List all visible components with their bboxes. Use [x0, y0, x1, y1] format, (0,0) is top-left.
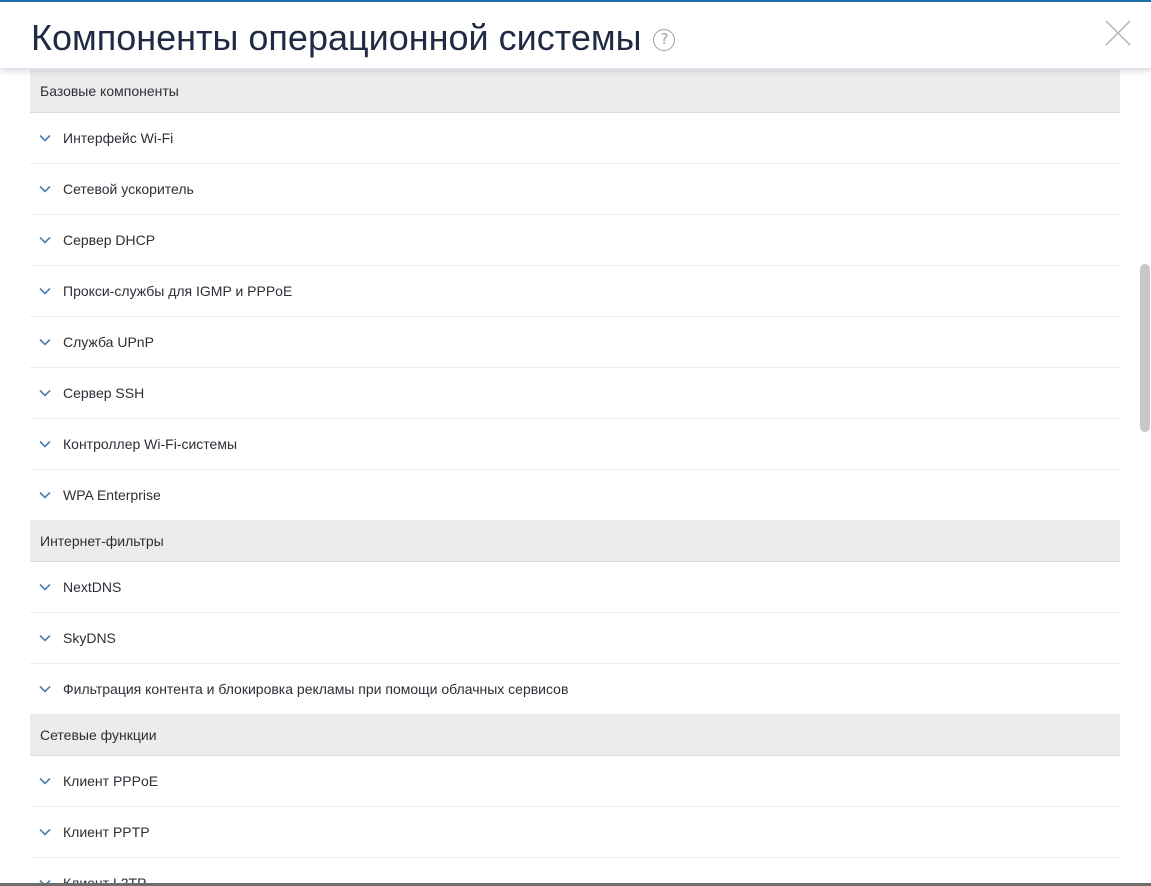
- component-item-label: NextDNS: [63, 579, 122, 595]
- page-title: Компоненты операционной системы ?: [31, 16, 676, 60]
- chevron-down-icon[interactable]: [39, 583, 51, 591]
- chevron-down-icon[interactable]: [39, 634, 51, 642]
- chevron-down-icon[interactable]: [39, 777, 51, 785]
- section-header: Сетевые функции: [30, 715, 1120, 756]
- component-item-label: Интерфейс Wi-Fi: [63, 130, 174, 146]
- component-item[interactable]: NextDNS: [30, 562, 1120, 613]
- component-item[interactable]: Сервер SSH: [30, 368, 1120, 419]
- components-list: Базовые компоненты Интерфейс Wi-Fi Сетевой…: [30, 70, 1120, 886]
- component-item[interactable]: Сетевой ускоритель: [30, 164, 1120, 215]
- page-title-text: Компоненты операционной системы: [31, 17, 642, 58]
- component-item-label: Контроллер Wi-Fi-системы: [63, 436, 238, 452]
- component-item-label: Сервер DHCP: [63, 232, 156, 248]
- component-item-label: WPA Enterprise: [63, 487, 161, 503]
- section-header: Интернет-фильтры: [30, 521, 1120, 562]
- dialog-header: Компоненты операционной системы ?: [0, 2, 1151, 68]
- scrollbar-thumb[interactable]: [1140, 264, 1150, 432]
- chevron-down-icon[interactable]: [39, 287, 51, 295]
- section-header: Базовые компоненты: [30, 70, 1120, 113]
- component-item[interactable]: Клиент PPPoE: [30, 756, 1120, 807]
- chevron-down-icon[interactable]: [39, 338, 51, 346]
- scrollbar[interactable]: [1138, 70, 1151, 886]
- chevron-down-icon[interactable]: [39, 491, 51, 499]
- component-item[interactable]: Клиент PPTP: [30, 807, 1120, 858]
- component-item[interactable]: Клиент L2TP: [30, 858, 1120, 886]
- component-item[interactable]: Контроллер Wi-Fi-системы: [30, 419, 1120, 470]
- chevron-down-icon[interactable]: [39, 828, 51, 836]
- component-item[interactable]: Служба UPnP: [30, 317, 1120, 368]
- chevron-down-icon[interactable]: [39, 440, 51, 448]
- component-item[interactable]: WPA Enterprise: [30, 470, 1120, 521]
- os-components-dialog: Компоненты операционной системы ? Базовы…: [0, 0, 1151, 886]
- chevron-down-icon[interactable]: [39, 685, 51, 693]
- component-item[interactable]: Интерфейс Wi-Fi: [30, 113, 1120, 164]
- chevron-down-icon[interactable]: [39, 134, 51, 142]
- component-item-label: Прокси-службы для IGMP и PPPoE: [63, 283, 293, 299]
- chevron-down-icon[interactable]: [39, 185, 51, 193]
- component-item-label: Служба UPnP: [63, 334, 154, 350]
- component-item-label: SkyDNS: [63, 630, 116, 646]
- chevron-down-icon[interactable]: [39, 389, 51, 397]
- component-item-label: Фильтрация контента и блокировка рекламы…: [63, 681, 569, 697]
- component-item-label: Сетевой ускоритель: [63, 181, 194, 197]
- close-icon[interactable]: [1104, 19, 1132, 47]
- component-item[interactable]: SkyDNS: [30, 613, 1120, 664]
- component-item-label: Клиент PPTP: [63, 824, 150, 840]
- component-item[interactable]: Сервер DHCP: [30, 215, 1120, 266]
- component-item-label: Сервер SSH: [63, 385, 145, 401]
- chevron-down-icon[interactable]: [39, 236, 51, 244]
- help-circle-icon[interactable]: ?: [653, 29, 676, 51]
- component-item[interactable]: Прокси-службы для IGMP и PPPoE: [30, 266, 1120, 317]
- component-item-label: Клиент PPPoE: [63, 773, 159, 789]
- component-item[interactable]: Фильтрация контента и блокировка рекламы…: [30, 664, 1120, 715]
